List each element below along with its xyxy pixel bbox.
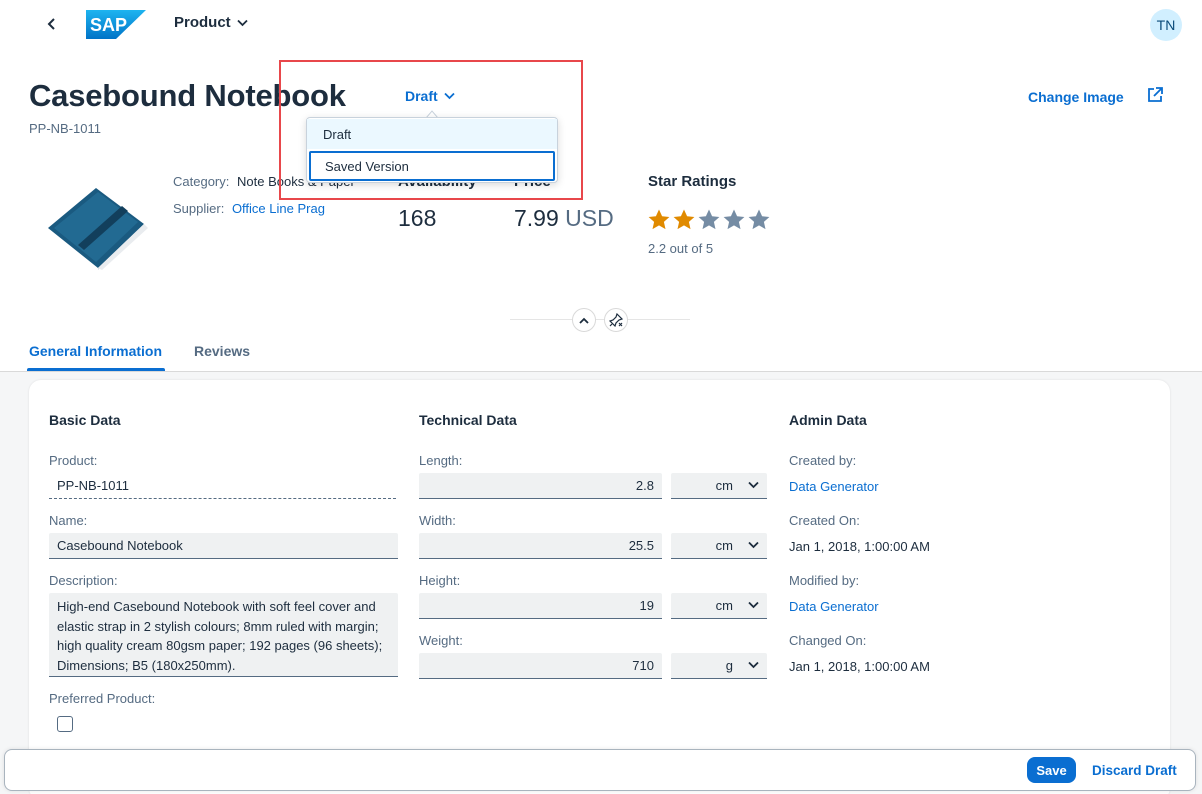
back-button[interactable] [40,12,64,36]
tab-reviews[interactable]: Reviews [194,343,250,359]
width-unit-select[interactable]: cm [671,533,767,559]
save-button[interactable]: Save [1027,757,1076,783]
weight-input[interactable]: 710 [419,653,662,679]
shell-bar: SAP Product TN [0,0,1202,48]
sap-logo: SAP [86,10,146,39]
modified-by-link[interactable]: Data Generator [789,599,879,614]
rating-text: 2.2 out of 5 [648,241,714,256]
width-input[interactable]: 25.5 [419,533,662,559]
weight-label: Weight: [419,633,463,648]
logo-text: SAP [90,15,127,35]
star-rating [647,208,771,232]
discard-draft-button[interactable]: Discard Draft [1092,763,1177,778]
star-filled-icon [673,209,695,230]
star-empty-icon [748,209,770,230]
object-header: Casebound Notebook PP-NB-1011 Draft Chan… [0,48,1202,372]
price-value: 7.99 [514,205,559,231]
length-input[interactable]: 2.8 [419,473,662,499]
page-subtitle: PP-NB-1011 [29,121,102,136]
width-unit: cm [715,538,733,553]
availability-value: 168 [398,205,437,231]
footer-toolbar: Save Discard Draft [4,749,1196,791]
supplier-link[interactable]: Office Line Prag [232,201,325,216]
created-by-label: Created by: [789,453,857,468]
length-unit-select[interactable]: cm [671,473,767,499]
name-input[interactable]: Casebound Notebook [49,533,398,559]
changed-on-value: Jan 1, 2018, 1:00:00 AM [789,659,930,674]
changed-on-label: Changed On: [789,633,867,648]
highlight-box [279,60,583,200]
star-ratings-label: Star Ratings [648,173,737,190]
length-label: Length: [419,453,463,468]
header-divider [510,319,690,320]
length-unit: cm [715,478,733,493]
app-title-menu[interactable]: Product [174,14,248,31]
created-on-value: Jan 1, 2018, 1:00:00 AM [789,539,930,554]
height-unit-select[interactable]: cm [671,593,767,619]
modified-by-label: Modified by: [789,573,860,588]
star-empty-icon [723,209,745,230]
star-filled-icon [648,209,670,230]
user-avatar[interactable]: TN [1150,9,1182,41]
price-display: 7.99 USD [514,205,614,232]
preferred-product-label: Preferred Product: [49,691,156,706]
chevron-up-icon [579,317,589,324]
description-textarea[interactable]: High-end Casebound Notebook with soft fe… [49,593,398,677]
chevron-down-icon [748,661,759,669]
chevron-left-icon [47,18,55,30]
product-label: Product: [49,453,98,468]
chevron-down-icon [237,19,248,26]
technical-data-title: Technical Data [419,412,517,428]
chevron-down-icon [748,541,759,549]
description-label: Description: [49,573,118,588]
tab-general-information[interactable]: General Information [29,343,162,359]
height-label: Height: [419,573,461,588]
change-image-button[interactable]: Change Image [1028,89,1124,105]
star-empty-icon [698,209,720,230]
product-field[interactable]: PP-NB-1011 [49,473,396,499]
app-title: Product [174,14,231,31]
created-by-link[interactable]: Data Generator [789,479,879,494]
price-unit: USD [565,205,614,231]
chevron-down-icon [748,481,759,489]
general-information-section [29,380,1170,794]
pin-header-button[interactable] [604,308,628,332]
product-image [44,184,154,270]
width-label: Width: [419,513,456,528]
chevron-down-icon [748,601,759,609]
category-label: Category: [173,174,230,189]
basic-data-title: Basic Data [49,412,121,428]
share-icon[interactable] [1146,86,1164,104]
weight-unit: g [725,658,733,673]
supplier-label: Supplier: [173,201,225,216]
name-label: Name: [49,513,88,528]
admin-data-title: Admin Data [789,412,867,428]
tab-bar: General Information Reviews [0,332,1202,372]
height-input[interactable]: 19 [419,593,662,619]
weight-unit-select[interactable]: g [671,653,767,679]
supplier-field: Supplier: Office Line Prag [173,201,325,216]
active-tab-indicator [27,368,165,371]
height-unit: cm [715,598,733,613]
created-on-label: Created On: [789,513,860,528]
unpin-icon [609,313,623,327]
preferred-product-checkbox[interactable] [57,716,73,732]
collapse-header-button[interactable] [572,308,596,332]
